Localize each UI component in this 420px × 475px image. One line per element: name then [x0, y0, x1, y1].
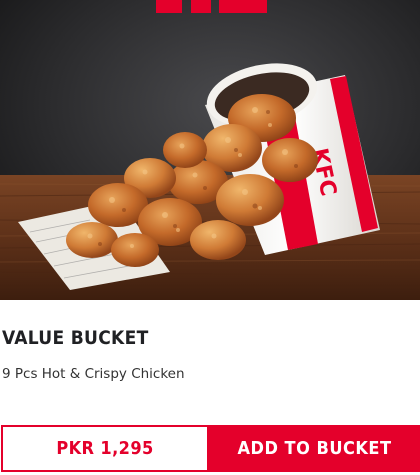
product-description: 9 Pcs Hot & Crispy Chicken [2, 366, 185, 382]
price-box: PKR 1,295 [1, 425, 209, 472]
product-name: VALUE BUCKET [2, 327, 149, 349]
add-to-bucket-button[interactable]: ADD TO BUCKET [209, 425, 420, 472]
product-photo: KFC THE ORIGINAL [0, 0, 420, 300]
product-image[interactable]: KFC THE ORIGINAL [0, 0, 420, 300]
product-card: KFC THE ORIGINAL VALUE BUCKET 9 Pcs Hot … [0, 0, 420, 475]
product-price: PKR 1,295 [56, 438, 154, 459]
add-to-bucket-label: ADD TO BUCKET [237, 438, 392, 459]
